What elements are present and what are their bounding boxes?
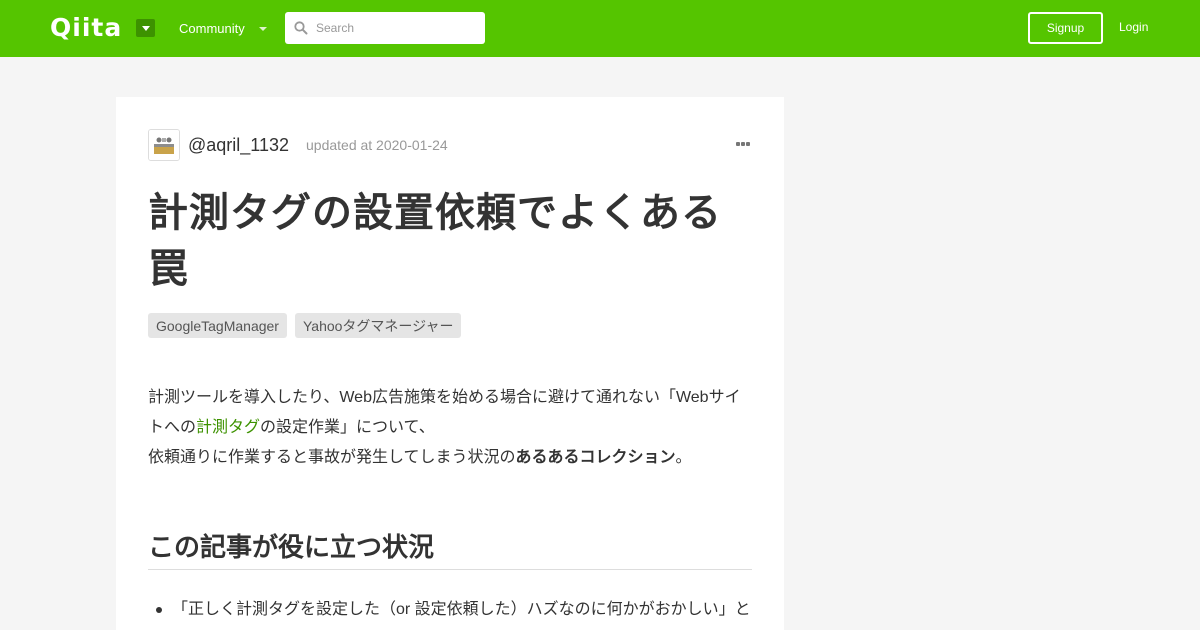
author-username[interactable]: @aqril_1132 [188, 134, 289, 156]
intro-text: 依頼通りに作業すると事故が発生してしまう状況の [148, 449, 516, 466]
bullet-list: 「正しく計測タグを設定した（or 設定依頼した）ハズなのに何かがおかしい」と [148, 597, 752, 623]
community-label: Community [179, 21, 245, 36]
community-menu[interactable]: Community [179, 21, 267, 36]
tag-list: GoogleTagManager Yahooタグマネージャー [148, 313, 462, 338]
top-navbar: Qiita Community Signup Login [0, 0, 1200, 57]
search-icon [294, 21, 308, 35]
measurement-tag-link[interactable]: 計測タグ [196, 419, 260, 436]
section-heading: この記事が役に立つ状況 [148, 529, 752, 570]
qiita-logo[interactable]: Qiita [50, 14, 122, 42]
logo-text: Qiita [50, 13, 123, 42]
dot [736, 142, 740, 146]
updated-date: updated at 2020-01-24 [306, 137, 448, 153]
search-box[interactable] [285, 12, 485, 44]
tag-googletagmanager[interactable]: GoogleTagManager [148, 313, 287, 338]
intro-bold-text: あるあるコレクション [515, 449, 676, 466]
intro-text: 。 [675, 449, 692, 466]
signup-button[interactable]: Signup [1028, 12, 1103, 44]
avatar-image [149, 130, 179, 160]
list-item: 「正しく計測タグを設定した（or 設定依頼した）ハズなのに何かがおかしい」と [148, 597, 752, 623]
dot [746, 142, 750, 146]
intro-paragraph: 計測ツールを導入したり、Web広告施策を始める場合に避けて通れない「Webサイト… [148, 383, 752, 473]
intro-text: の設定作業」について、 [260, 419, 435, 436]
avatar[interactable] [148, 129, 180, 161]
article-card: @aqril_1132 updated at 2020-01-24 計測タグの設… [116, 97, 784, 630]
search-input[interactable] [316, 12, 476, 44]
chevron-down-icon [258, 26, 267, 31]
article-title: 計測タグの設置依頼でよくある罠 [148, 191, 722, 291]
tag-yahoo-tag-manager[interactable]: Yahooタグマネージャー [294, 313, 462, 338]
login-link[interactable]: Login [1119, 20, 1148, 34]
more-options-icon[interactable] [736, 142, 752, 148]
dot [741, 142, 745, 146]
logo-menu-caret-icon[interactable] [136, 19, 155, 37]
